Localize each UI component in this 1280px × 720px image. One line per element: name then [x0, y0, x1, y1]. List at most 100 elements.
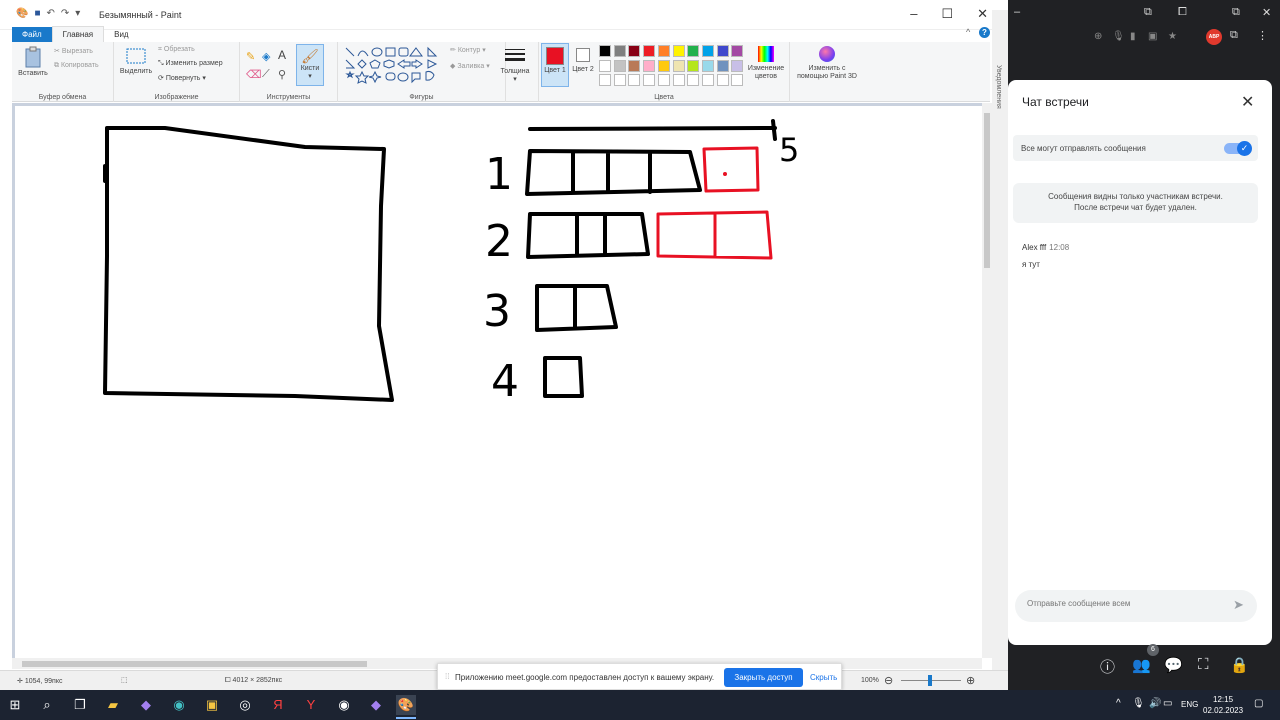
magnifier-icon[interactable]: ⚲ [278, 68, 286, 81]
paste-button[interactable]: Вставить [16, 46, 50, 77]
store-icon[interactable]: ▣ [202, 695, 222, 715]
network-icon[interactable]: ▭ [1163, 698, 1172, 709]
palette-color-swatch[interactable] [716, 74, 729, 86]
yandex-icon[interactable]: Я [268, 695, 288, 715]
paint3d-button[interactable]: Изменить с помощью Paint 3D [794, 46, 860, 81]
tab-home[interactable]: Главная [51, 26, 105, 42]
message-input[interactable] [1027, 599, 1217, 608]
maximize-icon[interactable]: ☐ [941, 6, 953, 22]
language-indicator[interactable]: ENG [1181, 700, 1198, 709]
minimize-icon[interactable]: – [1014, 6, 1020, 18]
chat-icon[interactable]: 💬 [1164, 656, 1183, 674]
palette-color-swatch[interactable] [687, 45, 700, 57]
palette-color-swatch[interactable] [672, 45, 685, 57]
send-icon[interactable]: ➤ [1233, 597, 1244, 613]
eraser-icon[interactable]: ⌫ [246, 68, 262, 81]
palette-color-swatch[interactable] [701, 74, 714, 86]
file-explorer-icon[interactable]: ▰ [103, 695, 123, 715]
chevron-up-icon[interactable]: ^ [1116, 698, 1121, 709]
copy-button[interactable]: ⧉ Копировать [54, 62, 99, 70]
palette-color-swatch[interactable] [716, 59, 729, 72]
search-icon[interactable]: ⌕ [37, 695, 57, 715]
fill-button[interactable]: ◆ Заливка ▾ [450, 62, 490, 70]
palette-color-swatch[interactable] [657, 74, 670, 86]
host-controls-icon[interactable]: 🔒 [1230, 656, 1249, 674]
palette-color-swatch[interactable] [643, 74, 656, 86]
pencil-icon[interactable]: ✎ [246, 50, 255, 63]
cut-button[interactable]: ✂ Вырезать [54, 47, 93, 55]
drawing-canvas[interactable]: 1 2 3 4 5 [15, 106, 982, 658]
scroll-thumb[interactable] [22, 661, 367, 667]
palette-color-swatch[interactable] [628, 45, 641, 57]
palette-color-swatch[interactable] [687, 59, 700, 72]
close-icon[interactable]: ✕ [1262, 6, 1271, 19]
outline-button[interactable]: ✏ Контур ▾ [450, 46, 486, 54]
obs-icon[interactable]: ◉ [334, 695, 354, 715]
size-button[interactable]: Толщина ▾ [496, 46, 534, 83]
restore-window-icon[interactable]: ⧠ [1178, 6, 1187, 19]
clock[interactable]: 12:15 02.02.2023 [1203, 694, 1243, 716]
color-picker-icon[interactable]: ⟋ [262, 68, 270, 81]
zoom-in-icon[interactable]: ⊕ [966, 674, 975, 687]
menu-icon[interactable]: ⋮ [1257, 29, 1268, 42]
palette-color-swatch[interactable] [657, 45, 670, 57]
crop-button[interactable]: ⌗ Обрезать [158, 46, 195, 54]
palette-color-swatch[interactable] [672, 74, 685, 86]
redo-icon[interactable]: ↷ [61, 8, 69, 19]
camera-icon[interactable]: ▮ [1130, 31, 1136, 42]
collapse-ribbon-icon[interactable]: ^ [966, 27, 970, 37]
task-view-icon[interactable]: ❐ [70, 695, 90, 715]
palette-color-swatch[interactable] [701, 59, 714, 72]
yandex-browser-icon[interactable]: Y [301, 695, 321, 715]
notifications-icon[interactable]: ▢ [1254, 698, 1263, 709]
people-icon[interactable]: 👥 [1132, 656, 1151, 674]
undo-icon[interactable]: ↶ [47, 8, 55, 19]
drag-handle-icon[interactable]: ⁞⁞ [445, 672, 449, 681]
paint-taskbar-icon[interactable]: 🎨 [396, 695, 416, 715]
info-icon[interactable]: ⓘ [1100, 656, 1115, 677]
palette-color-swatch[interactable] [701, 45, 714, 57]
brushes-button[interactable]: 🖌 Кисти ▾ [296, 44, 324, 86]
hide-button[interactable]: Скрыть [810, 673, 837, 682]
microphone-icon[interactable]: 🎙 [1132, 698, 1145, 709]
visual-studio-icon[interactable]: ◆ [136, 695, 156, 715]
save-icon[interactable]: ■ [34, 8, 40, 19]
palette-color-swatch[interactable] [613, 45, 626, 57]
palette-color-swatch[interactable] [643, 59, 656, 72]
palette-color-swatch[interactable] [628, 59, 641, 72]
tab-search-icon[interactable]: ⧉ [1144, 6, 1152, 19]
tab-file[interactable]: Файл [12, 26, 52, 42]
customize-qat-icon[interactable]: ▾ [75, 8, 80, 19]
rotate-button[interactable]: ⟳ Повернуть ▾ [158, 74, 206, 82]
visual-studio-icon[interactable]: ◆ [366, 695, 386, 715]
mic-icon[interactable]: 🎙 [1112, 31, 1125, 42]
zoom-slider-thumb[interactable] [928, 675, 932, 686]
volume-icon[interactable]: 🔊 [1149, 698, 1161, 709]
windows-start-icon[interactable]: ⊞ [5, 695, 25, 715]
bookmark-icon[interactable]: ★ [1168, 31, 1177, 42]
color2-button[interactable]: Цвет 2 [572, 46, 594, 73]
palette-color-swatch[interactable] [599, 59, 611, 72]
zoom-out-icon[interactable]: ⊖ [884, 674, 893, 687]
extensions-icon[interactable]: ⧉ [1230, 29, 1238, 42]
select-button[interactable]: Выделить [118, 46, 154, 75]
app-icon[interactable]: ◉ [169, 695, 189, 715]
vertical-scrollbar[interactable] [982, 103, 992, 658]
palette-color-swatch[interactable] [672, 59, 685, 72]
color1-button[interactable]: Цвет 1 [541, 43, 569, 87]
allow-messages-toggle[interactable]: ✓ [1224, 141, 1252, 156]
shapes-gallery[interactable] [344, 46, 444, 86]
palette-color-swatch[interactable] [599, 74, 611, 86]
palette-color-swatch[interactable] [628, 74, 641, 86]
palette-color-swatch[interactable] [599, 45, 611, 57]
palette-color-swatch[interactable] [687, 74, 700, 86]
minimize-icon[interactable]: – [910, 6, 917, 22]
stop-sharing-button[interactable]: Закрыть доступ [724, 668, 803, 687]
resize-button[interactable]: ⤡ Изменить размер [158, 60, 223, 68]
palette-color-swatch[interactable] [657, 59, 670, 72]
fill-bucket-icon[interactable]: ◈ [262, 50, 270, 63]
scroll-thumb[interactable] [984, 113, 990, 268]
close-icon[interactable]: ✕ [1241, 92, 1254, 112]
maximize-icon[interactable]: ⧉ [1232, 6, 1240, 19]
chrome-icon[interactable]: ◎ [235, 695, 255, 715]
